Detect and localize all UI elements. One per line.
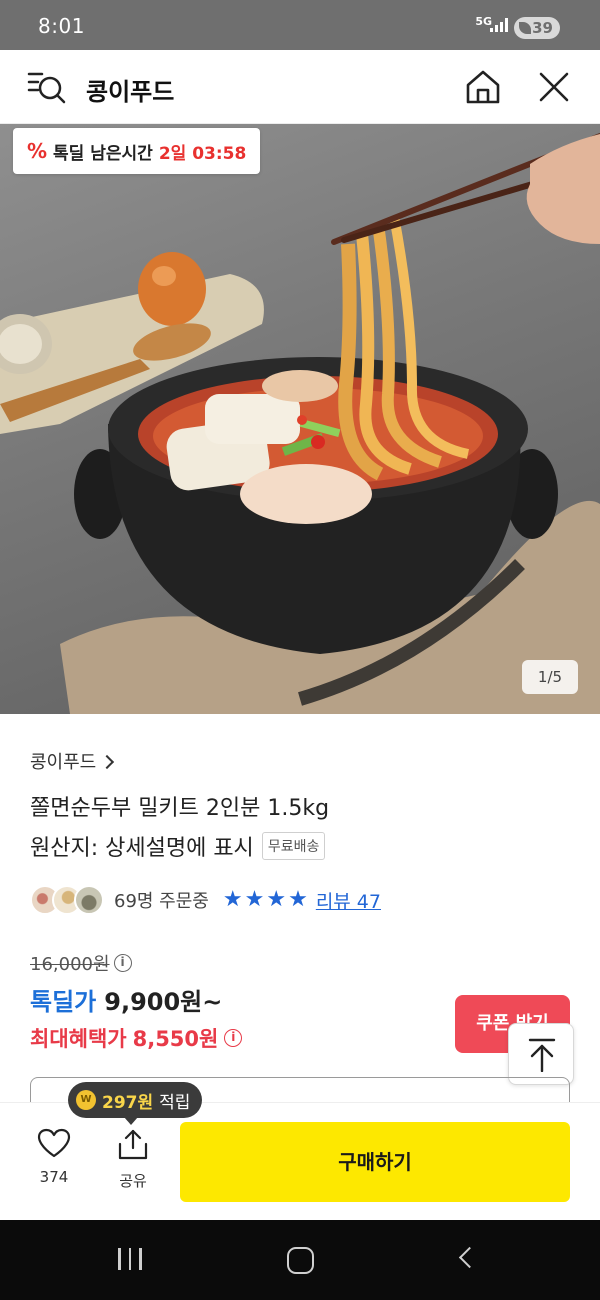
- coin-icon: W: [76, 1090, 96, 1110]
- system-nav-bar: [0, 1220, 600, 1300]
- brand-name: 콩이푸드: [30, 752, 97, 773]
- menu-search-icon[interactable]: [26, 68, 68, 108]
- product-name: 쫄면순두부 밀키트 2인분 1.5kg: [30, 796, 330, 821]
- free-shipping-badge: 무료배송: [261, 832, 326, 860]
- info-icon[interactable]: i: [113, 954, 132, 972]
- buyer-avatars: [30, 885, 104, 915]
- signal-icon: [490, 18, 508, 32]
- app-header: 콩이푸드: [0, 50, 600, 124]
- review-link[interactable]: 리뷰 47: [316, 887, 381, 914]
- rating-stars: ★ ★ ★ ★: [223, 889, 308, 911]
- origin-row: 원산지: 상세설명에 표시 무료배송: [30, 830, 326, 862]
- brand-link[interactable]: 콩이푸드: [30, 748, 115, 774]
- back-icon[interactable]: [458, 1246, 481, 1269]
- recents-icon[interactable]: [118, 1248, 142, 1270]
- product-image[interactable]: [0, 124, 600, 714]
- battery-saver-icon: [519, 22, 531, 34]
- share-icon: [118, 1129, 148, 1160]
- max-benefit-row: 최대혜택가 8,550원 i: [30, 1023, 243, 1053]
- deal-timer-label: 톡딜 남은시간: [53, 143, 153, 164]
- deal-percent-icon: %: [27, 139, 48, 163]
- max-benefit-price: 8,550원: [132, 1027, 219, 1051]
- deal-timer-badge: % 톡딜 남은시간 2일 03:58: [13, 128, 261, 174]
- original-price: 16,000원: [30, 954, 110, 975]
- buyer-row: 69명 주문중 ★ ★ ★ ★ 리뷰 47: [30, 884, 381, 916]
- product-photo-illustration: [0, 133, 600, 714]
- heart-icon: [37, 1128, 71, 1158]
- share-label: 공유: [119, 1172, 147, 1190]
- original-price-row: 16,000원 i: [30, 950, 132, 976]
- star-icon: ★: [266, 887, 287, 912]
- home-nav-icon[interactable]: [287, 1247, 314, 1274]
- chevron-right-icon: [100, 754, 115, 769]
- points-tooltip: W 297원 적립: [68, 1082, 203, 1125]
- status-bar: 8:01 5G 39: [0, 0, 600, 50]
- like-button[interactable]: 374: [28, 1128, 80, 1198]
- battery-indicator: 39: [514, 17, 560, 39]
- deal-price: 9,900원~: [104, 988, 223, 1016]
- scroll-to-top-button[interactable]: [508, 1023, 574, 1085]
- star-icon: ★: [288, 887, 308, 912]
- status-time: 8:01: [38, 14, 85, 38]
- share-button[interactable]: 공유: [106, 1128, 160, 1198]
- close-icon[interactable]: [538, 71, 570, 103]
- origin-text: 원산지: 상세설명에 표시: [30, 836, 254, 861]
- buy-button[interactable]: 구매하기: [180, 1122, 570, 1202]
- avatar: [74, 885, 104, 915]
- page-title: 콩이푸드: [86, 78, 175, 106]
- star-icon: ★: [244, 887, 265, 912]
- max-benefit-label: 최대혜택가: [30, 1027, 127, 1051]
- home-icon[interactable]: [464, 68, 502, 106]
- image-counter: 1/5: [522, 660, 578, 694]
- tooltip-tail: [124, 1117, 138, 1125]
- deal-price-label: 톡딜가: [30, 988, 97, 1016]
- star-icon: ★: [222, 887, 243, 912]
- deal-timer-value: 2일 03:58: [158, 143, 247, 164]
- buyer-count: 69명 주문중: [114, 891, 209, 912]
- deal-price-row: 톡딜가 9,900원~: [30, 982, 222, 1017]
- info-icon[interactable]: i: [224, 1029, 243, 1047]
- like-count: 374: [39, 1168, 69, 1186]
- arrow-up-icon: [528, 1038, 556, 1072]
- points-suffix: 적립: [159, 1092, 191, 1113]
- points-amount: 297원: [102, 1092, 154, 1113]
